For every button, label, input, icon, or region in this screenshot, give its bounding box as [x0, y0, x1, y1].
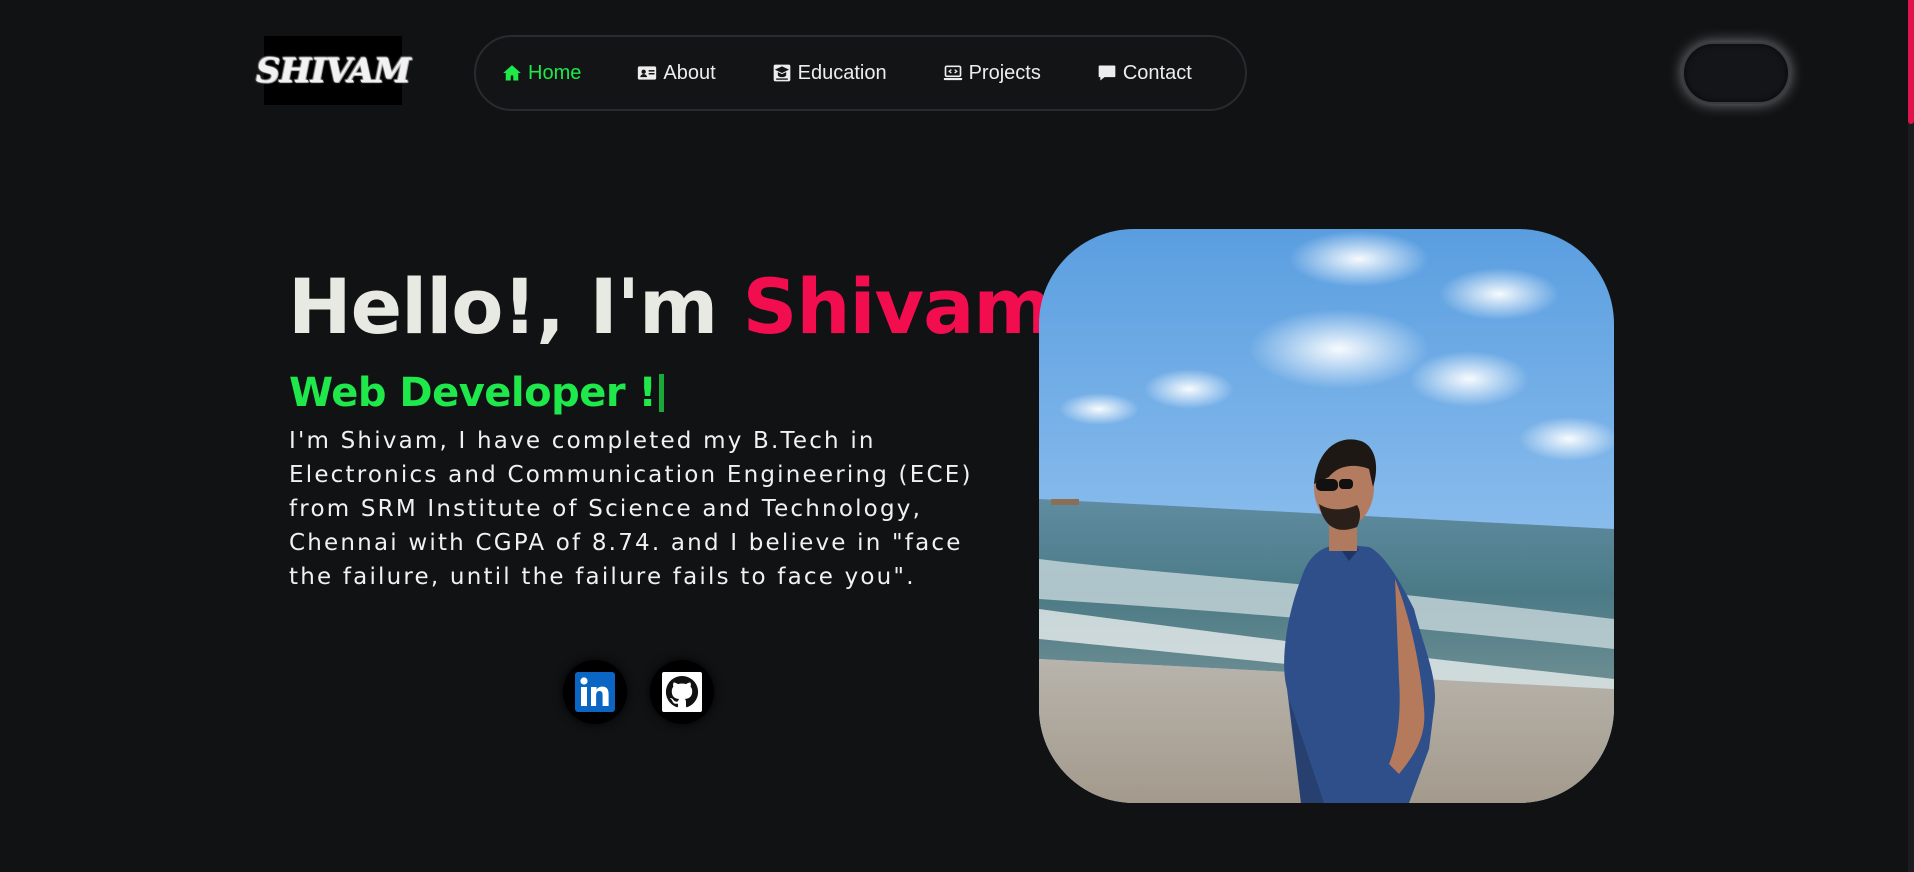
nav-item-about[interactable]: About [637, 61, 716, 85]
profile-photo [1039, 229, 1614, 803]
nav-item-label: About [663, 61, 716, 84]
graduation-icon [773, 64, 790, 82]
hero-name: Shivam [742, 262, 1053, 351]
hero-description: I'm Shivam, I have completed my B.Tech i… [289, 428, 973, 590]
hero-greeting: Hello!, I'm [288, 262, 743, 351]
beach-portrait-image [1039, 229, 1614, 803]
github-icon [662, 672, 702, 712]
scrollbar-thumb[interactable] [1908, 0, 1914, 124]
nav-item-label: Projects [968, 61, 1041, 84]
logo-text: SHIVAM [255, 50, 411, 91]
nav-item-contact[interactable]: Contact [1097, 62, 1192, 85]
hero-role: Web Developer ! [289, 370, 665, 416]
theme-toggle-button[interactable] [1682, 42, 1790, 104]
linkedin-link[interactable] [563, 660, 627, 724]
hero-role-text: Web Developer ! [289, 370, 657, 416]
id-card-icon [638, 66, 657, 80]
github-link[interactable] [650, 660, 714, 724]
nav-item-label: Education [797, 61, 887, 84]
nav-item-education[interactable]: Education [772, 62, 887, 85]
site-logo[interactable]: SHIVAM [256, 36, 411, 105]
nav-item-home[interactable]: Home [502, 62, 581, 85]
typing-cursor [659, 374, 665, 412]
home-icon [503, 65, 521, 81]
nav-item-projects[interactable]: Projects [943, 62, 1041, 85]
nav-item-label: Home [528, 61, 582, 84]
message-icon [1098, 65, 1116, 81]
hero-heading: Hello!, I'm Shivam [288, 262, 1053, 351]
linkedin-icon [575, 672, 615, 712]
main-navigation: Home About Education Projects Contact [474, 35, 1247, 111]
moon-icon [1726, 60, 1739, 86]
page-scrollbar[interactable] [1908, 0, 1914, 872]
nav-item-label: Contact [1122, 61, 1192, 84]
laptop-code-icon [943, 65, 962, 81]
